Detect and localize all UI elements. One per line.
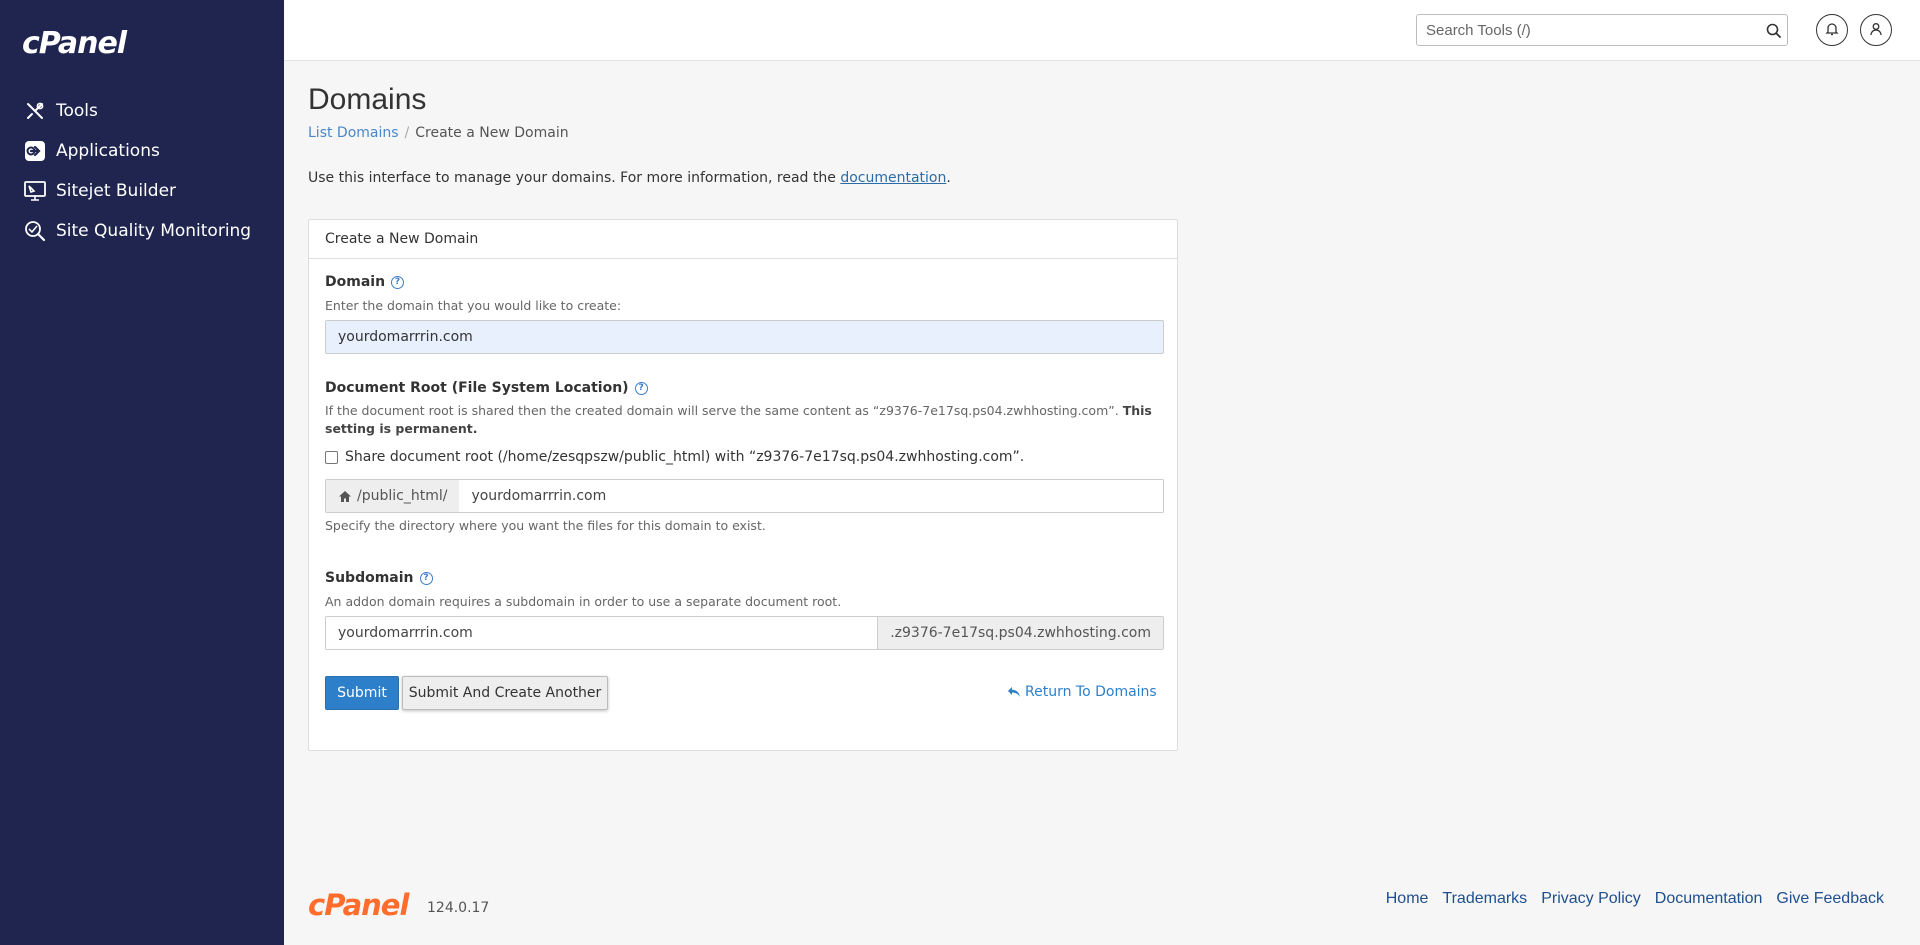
bell-icon [1825, 21, 1839, 40]
cpanel-logo[interactable]: cPanel [22, 26, 127, 61]
breadcrumb-separator: / [404, 125, 410, 141]
page-title: Domains [308, 83, 427, 116]
footer-link-home[interactable]: Home [1386, 890, 1429, 908]
sitejet-icon [23, 179, 47, 203]
domain-input[interactable]: yourdomarrrin.com [325, 320, 1164, 354]
search-input[interactable] [1417, 15, 1759, 45]
reply-icon [1007, 686, 1021, 698]
docroot-label: Document Root (File System Location) ? [325, 380, 648, 396]
notifications-button[interactable] [1816, 14, 1848, 46]
help-icon[interactable]: ? [419, 571, 433, 585]
subdomain-input[interactable]: yourdomarrrin.com [326, 617, 878, 649]
share-docroot-checkbox[interactable] [325, 450, 338, 464]
top-header [284, 0, 1920, 61]
footer-link-trademarks[interactable]: Trademarks [1442, 890, 1527, 908]
subdomain-suffix: .z9376-7e17sq.ps04.zwhhosting.com [877, 617, 1163, 649]
sidebar-item-label: Sitejet Builder [56, 181, 177, 201]
panel-heading: Create a New Domain [309, 220, 1177, 259]
sidebar-item-sitejet-builder[interactable]: Sitejet Builder [0, 171, 284, 211]
footer-link-give-feedback[interactable]: Give Feedback [1776, 890, 1884, 908]
docroot-input[interactable]: yourdomarrrin.com [459, 480, 1163, 512]
sidebar-item-tools[interactable]: Tools [0, 91, 284, 131]
sidebar: cPanel Tools Applications Sitejet Builde… [0, 0, 284, 945]
breadcrumb-list-domains[interactable]: List Domains [308, 125, 399, 141]
docroot-input-group: /public_html/ yourdomarrrin.com [325, 479, 1164, 513]
subdomain-input-group: yourdomarrrin.com .z9376-7e17sq.ps04.zwh… [325, 616, 1164, 650]
intro-text: Use this interface to manage your domain… [308, 170, 951, 186]
breadcrumb-current: Create a New Domain [415, 125, 569, 141]
help-icon[interactable]: ? [391, 275, 405, 289]
search-box [1416, 14, 1788, 46]
footer-link-documentation[interactable]: Documentation [1655, 890, 1763, 908]
search-icon[interactable] [1759, 16, 1787, 44]
share-docroot-label[interactable]: Share document root (/home/zesqpszw/publ… [345, 449, 1024, 465]
return-to-domains-link[interactable]: Return To Domains [1007, 684, 1157, 700]
docroot-prefix: /public_html/ [326, 480, 460, 512]
domain-label: Domain ? [325, 274, 405, 290]
share-docroot-row: Share document root (/home/zesqpszw/publ… [325, 449, 1024, 465]
user-icon [1869, 21, 1883, 40]
documentation-link[interactable]: documentation [840, 170, 946, 186]
subdomain-label: Subdomain ? [325, 570, 433, 586]
subdomain-hint: An addon domain requires a subdomain in … [325, 594, 842, 609]
create-domain-panel: Create a New Domain Domain ? Enter the d… [308, 219, 1178, 751]
docroot-hint: Specify the directory where you want the… [325, 518, 766, 533]
sidebar-item-label: Applications [56, 141, 160, 161]
submit-and-create-another-button[interactable]: Submit And Create Another [402, 676, 608, 710]
sidebar-item-label: Site Quality Monitoring [56, 221, 252, 241]
tools-icon [23, 99, 47, 123]
domain-hint: Enter the domain that you would like to … [325, 298, 622, 313]
sidebar-item-label: Tools [56, 101, 98, 121]
submit-button[interactable]: Submit [325, 676, 399, 710]
sidebar-nav: Tools Applications Sitejet Builder Site … [0, 91, 284, 251]
footer-link-privacy-policy[interactable]: Privacy Policy [1541, 890, 1641, 908]
footer-links: Home Trademarks Privacy Policy Documenta… [1372, 890, 1884, 908]
breadcrumb: List Domains / Create a New Domain [308, 125, 569, 141]
site-quality-icon [23, 219, 47, 243]
sidebar-item-site-quality-monitoring[interactable]: Site Quality Monitoring [0, 211, 284, 251]
sidebar-item-applications[interactable]: Applications [0, 131, 284, 171]
home-icon [338, 490, 352, 503]
version-text: 124.0.17 [427, 900, 490, 916]
footer-cpanel-logo[interactable]: cPanel [308, 888, 409, 922]
applications-icon [23, 139, 47, 163]
help-icon[interactable]: ? [634, 381, 648, 395]
docroot-description: If the document root is shared then the … [325, 403, 1152, 436]
user-menu-button[interactable] [1860, 14, 1892, 46]
